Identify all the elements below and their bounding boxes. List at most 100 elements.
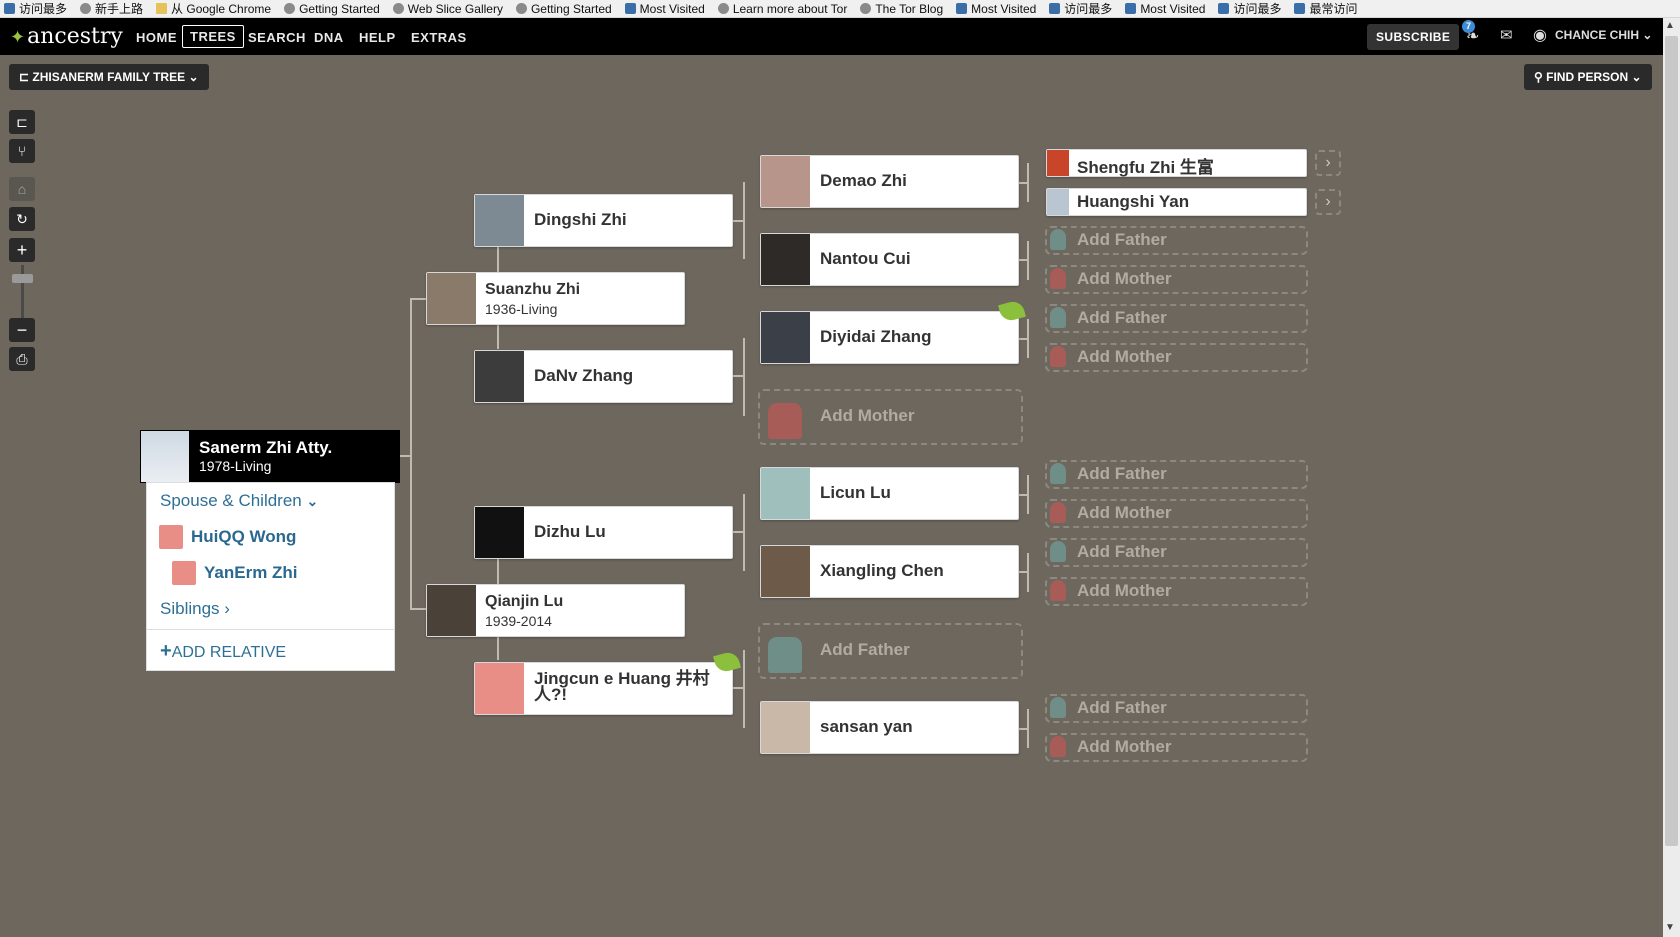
person-name: Huangshi Yan <box>1077 192 1190 211</box>
child-link[interactable]: YanErm Zhi <box>204 563 298 583</box>
spouse-link[interactable]: HuiQQ Wong <box>191 527 296 547</box>
user-avatar-icon[interactable]: ◉ <box>1533 25 1547 45</box>
connector <box>1027 475 1029 514</box>
bookmark-icon <box>515 3 527 14</box>
bookmark-item[interactable]: Web Slice Gallery <box>389 0 503 17</box>
zoom-slider-handle[interactable] <box>12 274 33 283</box>
top-nav: ✦ancestry HOME TREES SEARCH DNA HELP EXT… <box>0 18 1663 55</box>
person-card-sansan[interactable]: sansan yan <box>760 701 1019 754</box>
person-card-nantou[interactable]: Nantou Cui <box>760 233 1019 286</box>
nav-search[interactable]: SEARCH <box>242 28 312 47</box>
bookmark-label: 新手上路 <box>95 2 144 16</box>
person-card-huangshi[interactable]: Huangshi Yan <box>1046 188 1307 216</box>
add-father-placeholder[interactable]: Add Father <box>1045 226 1308 255</box>
bookmark-label: Learn more about Tor <box>732 1 848 16</box>
zoom-out-icon[interactable]: − <box>9 318 35 342</box>
spouse-children-toggle[interactable]: Spouse & Children ⌄ <box>160 491 318 511</box>
bookmark-item[interactable]: Learn more about Tor <box>714 0 848 17</box>
bookmark-item[interactable]: Most Visited <box>621 0 705 17</box>
male-silhouette-icon <box>1050 229 1066 250</box>
bookmark-label: Most Visited <box>1140 1 1206 16</box>
bookmark-item[interactable]: 访问最多 <box>1214 0 1281 17</box>
chevron-down-icon: ⌄ <box>1642 28 1653 42</box>
person-name: Xiangling Chen <box>820 561 944 580</box>
add-mother-placeholder[interactable]: Add Mother <box>1045 265 1308 294</box>
print-icon[interactable]: ⎙ <box>9 347 35 371</box>
bookmark-icon <box>284 3 296 14</box>
person-card-diyidai[interactable]: Diyidai Zhang <box>760 311 1019 364</box>
person-card-shengfu[interactable]: Shengfu Zhi 生富 <box>1046 149 1307 177</box>
scroll-down-icon[interactable]: ▼ <box>1665 922 1675 933</box>
add-mother-placeholder[interactable]: Add Mother <box>1045 577 1308 606</box>
nav-trees[interactable]: TREES <box>182 25 244 48</box>
add-father-placeholder[interactable]: Add Father <box>1045 460 1308 489</box>
home-person-icon[interactable]: ⌂ <box>9 177 35 201</box>
bookmark-item[interactable]: Most Visited <box>952 0 1036 17</box>
focus-person-card[interactable]: Sanerm Zhi Atty. 1978-Living <box>140 430 400 483</box>
refresh-icon[interactable]: ↻ <box>9 207 35 231</box>
bookmark-item[interactable]: 新手上路 <box>76 0 143 17</box>
add-father-placeholder[interactable]: Add Father <box>1045 304 1308 333</box>
add-mother-placeholder[interactable]: Add Mother <box>1045 343 1308 372</box>
bookmark-item[interactable]: The Tor Blog <box>856 0 943 17</box>
zoom-in-icon[interactable]: + <box>9 238 35 262</box>
bookmark-item[interactable]: Getting Started <box>512 0 612 17</box>
bookmark-item[interactable]: Getting Started <box>280 0 380 17</box>
spouse-avatar <box>159 525 183 549</box>
siblings-label: Siblings <box>160 599 220 618</box>
add-father-placeholder[interactable]: Add Father <box>1045 694 1308 723</box>
divider <box>147 629 394 630</box>
female-silhouette-icon <box>1050 580 1066 601</box>
ancestry-logo[interactable]: ✦ancestry <box>10 24 123 49</box>
person-card-qianjin[interactable]: Qianjin Lu 1939-2014 <box>426 584 685 637</box>
person-card-jingcun[interactable]: Jingcun e Huang 井村人?! <box>474 662 733 715</box>
bookmark-icon <box>624 3 636 14</box>
nav-home[interactable]: HOME <box>130 28 183 47</box>
family-view-icon[interactable]: ⑂ <box>9 139 35 163</box>
bookmark-label: 访问最多 <box>1064 2 1113 16</box>
add-mother-placeholder[interactable]: Add Mother <box>758 389 1023 445</box>
person-card-dizhu[interactable]: Dizhu Lu <box>474 506 733 559</box>
bookmark-label: Getting Started <box>530 1 612 16</box>
expand-right-icon[interactable]: › <box>1315 150 1341 176</box>
scroll-up-icon[interactable]: ▲ <box>1665 20 1675 31</box>
add-mother-placeholder[interactable]: Add Mother <box>1045 733 1308 762</box>
nav-dna[interactable]: DNA <box>308 28 350 47</box>
add-father-label: Add Father <box>1077 308 1167 327</box>
expand-right-icon[interactable]: › <box>1315 189 1341 215</box>
person-card-xiangling[interactable]: Xiangling Chen <box>760 545 1019 598</box>
person-name: sansan yan <box>820 717 913 736</box>
bookmark-icon <box>860 3 872 14</box>
siblings-toggle[interactable]: Siblings › <box>160 599 230 619</box>
pedigree-view-icon[interactable]: ⊏ <box>9 110 35 134</box>
person-name: DaNv Zhang <box>534 366 634 385</box>
bookmark-item[interactable]: 最常访问 <box>1290 0 1357 17</box>
bookmark-item[interactable]: 从 Google Chrome <box>152 0 271 17</box>
bookmark-icon <box>1049 3 1061 14</box>
person-card-dingshi[interactable]: Dingshi Zhi <box>474 194 733 247</box>
add-relative-button[interactable]: +ADD RELATIVE <box>160 640 286 663</box>
person-name: Dingshi Zhi <box>534 210 627 229</box>
person-card-danv[interactable]: DaNv Zhang <box>474 350 733 403</box>
bookmark-icon <box>717 3 729 14</box>
add-father-placeholder[interactable]: Add Father <box>1045 538 1308 567</box>
bookmark-item[interactable]: 访问最多 <box>0 0 67 17</box>
leaf-logo-icon: ✦ <box>10 27 26 48</box>
focus-person-panel: Spouse & Children ⌄ HuiQQ Wong YanErm Zh… <box>146 482 395 671</box>
add-mother-placeholder[interactable]: Add Mother <box>1045 499 1308 528</box>
male-silhouette-icon <box>1050 307 1066 328</box>
messages-icon[interactable]: ✉ <box>1500 26 1513 44</box>
find-person-button[interactable]: ⚲ FIND PERSON ⌄ <box>1524 64 1652 90</box>
bookmark-item[interactable]: Most Visited <box>1121 0 1205 17</box>
add-father-placeholder[interactable]: Add Father <box>758 623 1023 679</box>
subscribe-button[interactable]: SUBSCRIBE <box>1367 24 1460 50</box>
person-card-demao[interactable]: Demao Zhi <box>760 155 1019 208</box>
person-card-suanzhu[interactable]: Suanzhu Zhi 1936-Living <box>426 272 685 325</box>
nav-help[interactable]: HELP <box>353 28 402 47</box>
bookmark-item[interactable]: 访问最多 <box>1045 0 1112 17</box>
nav-extras[interactable]: EXTRAS <box>405 28 473 47</box>
scrollbar-thumb[interactable] <box>1665 36 1678 846</box>
person-card-licun[interactable]: Licun Lu <box>760 467 1019 520</box>
tree-selector-button[interactable]: ⊏ ZHISANERM FAMILY TREE ⌄ <box>9 64 209 90</box>
user-menu[interactable]: CHANCE CHIH ⌄ <box>1555 28 1652 42</box>
